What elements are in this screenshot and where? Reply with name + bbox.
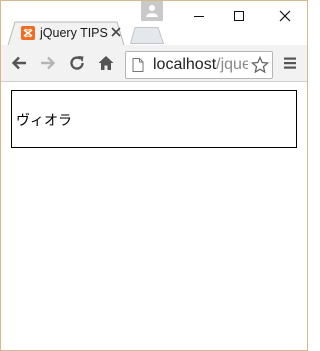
profile-icon[interactable] [141,1,163,21]
url-host: localhost [153,56,217,73]
close-window-button[interactable] [263,1,307,31]
url-path: /jque [216,56,251,73]
maximize-icon [234,11,244,21]
maximize-button[interactable] [217,1,261,31]
address-bar[interactable]: localhost/jque [125,51,273,79]
tab-close-icon[interactable] [110,26,122,38]
browser-toolbar: localhost/jque [1,45,307,82]
back-arrow-icon[interactable] [10,54,28,72]
box-text: ヴィオラ [16,113,72,129]
tab-jquery-tips[interactable]: jQuery TIPS [7,21,125,47]
browser-window: jQuery TIPS localhost/jque ヴィオラ [0,0,308,351]
tab-title: jQuery TIPS [40,26,108,40]
forward-arrow-icon[interactable] [39,54,57,72]
new-tab-button[interactable] [130,27,164,44]
star-icon [251,56,269,74]
page-icon [132,58,144,72]
title-bar: jQuery TIPS [1,1,307,47]
text-box: ヴィオラ [11,90,297,148]
close-icon [279,10,291,22]
hamburger-menu-icon[interactable] [281,54,299,72]
bookmark-star[interactable] [248,52,272,78]
xampp-favicon-icon [21,26,35,40]
address-url: localhost/jque [153,56,251,74]
page-content: ヴィオラ [1,82,307,350]
minimize-button[interactable] [177,1,221,31]
reload-icon[interactable] [68,54,86,72]
minimize-icon [194,16,204,17]
home-icon[interactable] [97,54,115,72]
